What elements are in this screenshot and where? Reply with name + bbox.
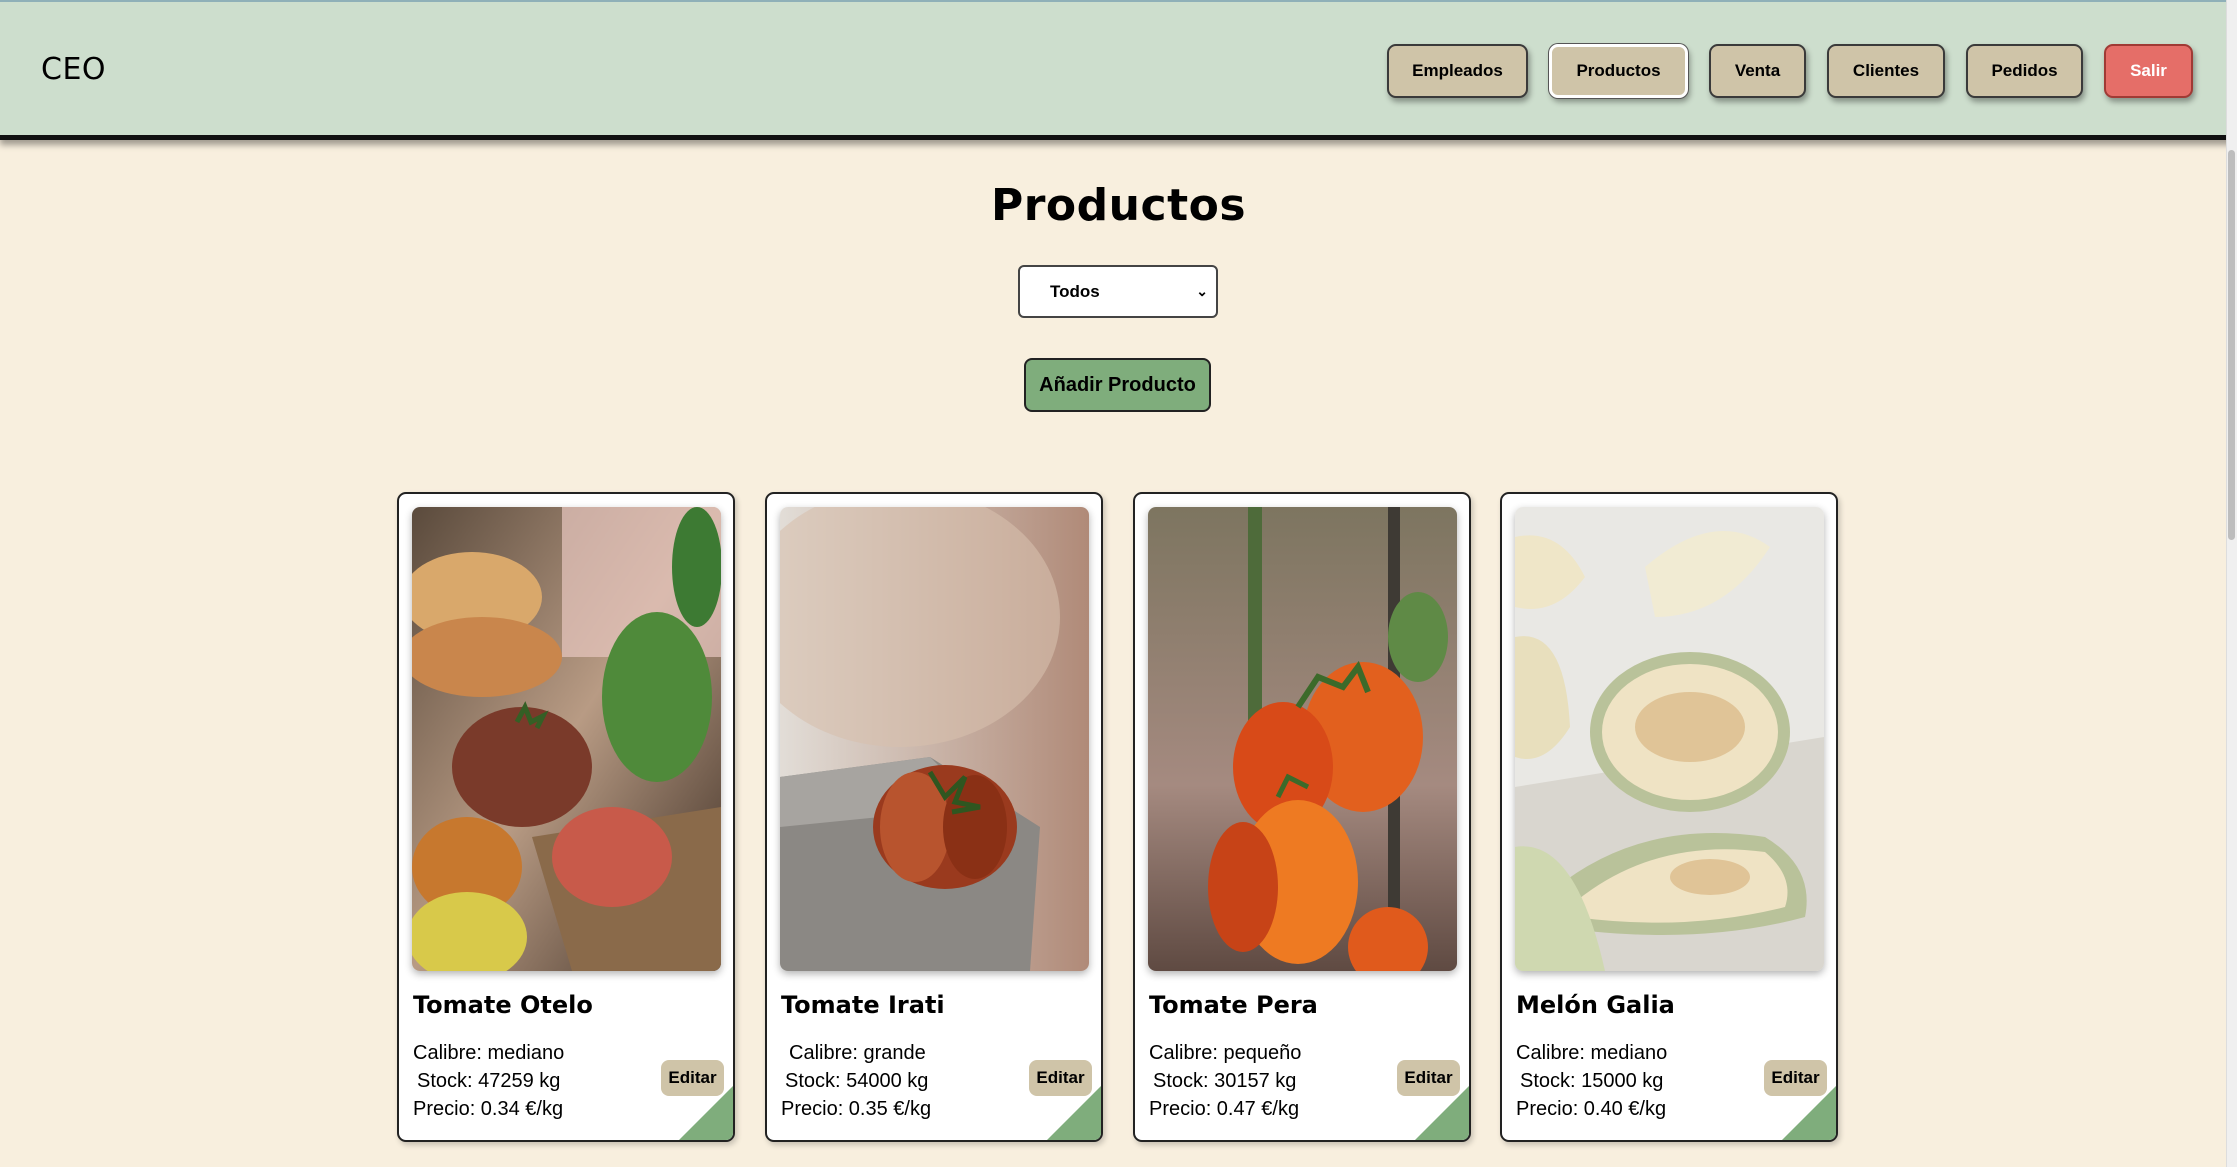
brand-role-label: CEO	[41, 52, 107, 87]
product-card: Melón Galia Calibre: mediano Stock: 1500…	[1500, 492, 1838, 1142]
product-price: Precio: 0.34 €/kg	[413, 1098, 564, 1120]
product-stock: Stock: 47259 kg	[417, 1070, 561, 1092]
product-name: Tomate Irati	[781, 991, 945, 1019]
top-navbar: CEO Empleados Productos Venta Clientes P…	[0, 0, 2237, 140]
product-card: Tomate Pera Calibre: pequeño Stock: 3015…	[1133, 492, 1471, 1142]
nav-productos-button[interactable]: Productos	[1549, 44, 1688, 98]
product-name: Tomate Pera	[1149, 991, 1318, 1019]
product-details: Calibre: mediano Stock: 47259 kg Precio:…	[413, 1039, 564, 1123]
product-stock: Stock: 54000 kg	[785, 1070, 929, 1092]
chevron-down-icon: ⌄	[1196, 283, 1208, 299]
product-price: Precio: 0.35 €/kg	[781, 1098, 932, 1120]
product-calibre: Calibre: grande	[789, 1042, 926, 1064]
product-calibre: Calibre: mediano	[413, 1042, 565, 1064]
product-details: Calibre: mediano Stock: 15000 kg Precio:…	[1516, 1039, 1667, 1123]
product-card: Tomate Irati Calibre: grande Stock: 5400…	[765, 492, 1103, 1142]
filter-selected-value: Todos	[1050, 281, 1100, 301]
page-scrollbar[interactable]	[2226, 0, 2237, 1167]
nav-clientes-button[interactable]: Clientes	[1827, 44, 1945, 98]
product-name: Tomate Otelo	[413, 991, 593, 1019]
page-title: Productos	[990, 180, 1247, 231]
nav-empleados-button[interactable]: Empleados	[1387, 44, 1528, 98]
edit-product-button[interactable]: Editar	[661, 1060, 724, 1096]
product-calibre: Calibre: pequeño	[1149, 1042, 1302, 1064]
add-product-button[interactable]: Añadir Producto	[1024, 358, 1211, 412]
edit-product-button[interactable]: Editar	[1764, 1060, 1827, 1096]
nav-pedidos-button[interactable]: Pedidos	[1966, 44, 2083, 98]
product-name: Melón Galia	[1516, 991, 1675, 1019]
product-price: Precio: 0.47 €/kg	[1149, 1098, 1300, 1120]
product-price: Precio: 0.40 €/kg	[1516, 1098, 1667, 1120]
main-nav: Empleados Productos Venta Clientes Pedid…	[1387, 44, 2193, 98]
product-details: Calibre: grande Stock: 54000 kg Precio: …	[781, 1039, 931, 1123]
product-image-ribbed-tomato	[780, 507, 1089, 971]
product-details: Calibre: pequeño Stock: 30157 kg Precio:…	[1149, 1039, 1301, 1123]
product-calibre: Calibre: mediano	[1516, 1042, 1668, 1064]
category-filter-select[interactable]: Todos ⌄	[1018, 265, 1218, 318]
product-image-galia-melon	[1515, 507, 1824, 971]
app-page: CEO Empleados Productos Venta Clientes P…	[0, 0, 2237, 1167]
edit-product-button[interactable]: Editar	[1029, 1060, 1092, 1096]
product-image-plum-tomatoes	[1148, 507, 1457, 971]
product-stock: Stock: 30157 kg	[1153, 1070, 1297, 1092]
nav-venta-button[interactable]: Venta	[1709, 44, 1806, 98]
logout-button[interactable]: Salir	[2104, 44, 2193, 98]
product-card: Tomate Otelo Calibre: mediano Stock: 472…	[397, 492, 735, 1142]
product-image-heirloom-tomatoes	[412, 507, 721, 971]
product-stock: Stock: 15000 kg	[1520, 1070, 1664, 1092]
edit-product-button[interactable]: Editar	[1397, 1060, 1460, 1096]
